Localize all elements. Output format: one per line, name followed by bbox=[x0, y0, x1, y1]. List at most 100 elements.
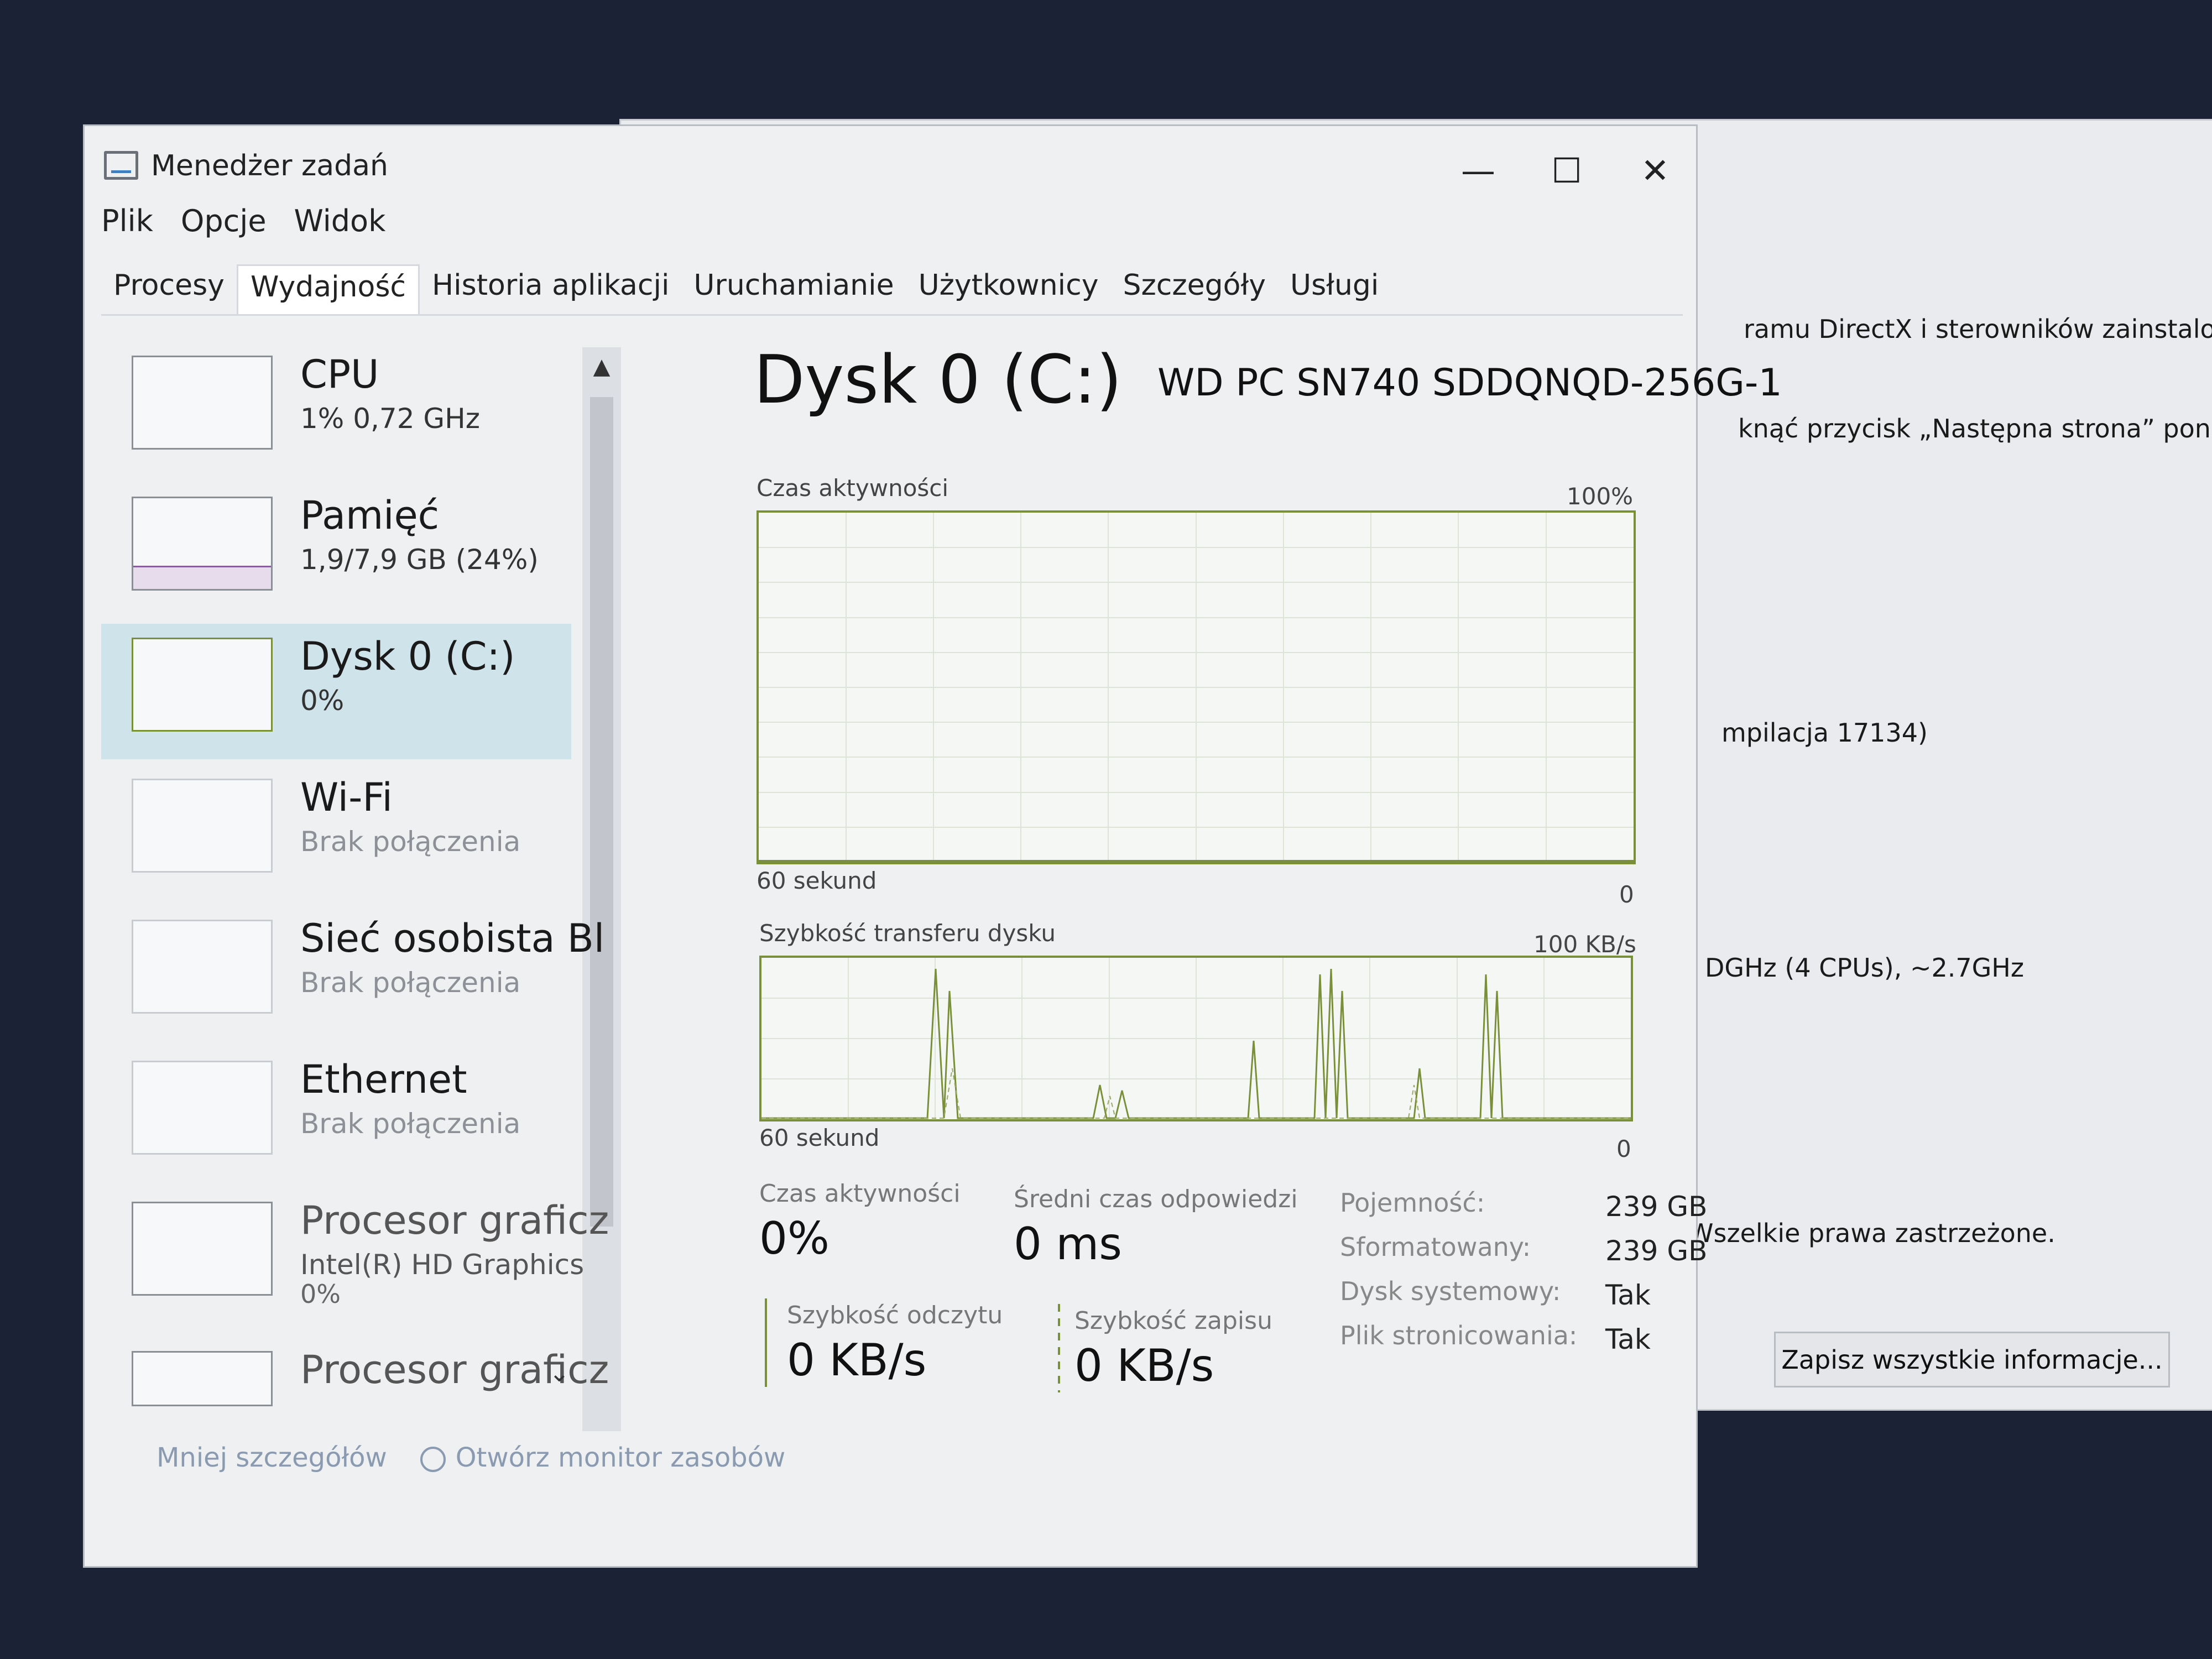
tab-bar: Procesy Wydajność Historia aplikacji Uru… bbox=[101, 264, 1683, 316]
transfer-graph-svg bbox=[761, 958, 1631, 1119]
tab-services[interactable]: Usługi bbox=[1278, 264, 1391, 314]
save-all-info-button[interactable]: Zapisz wszystkie informacje... bbox=[1774, 1332, 2170, 1387]
close-button[interactable]: ✕ bbox=[1622, 143, 1688, 198]
gpu-thumbnail-graph bbox=[132, 1202, 273, 1296]
sidebar-scrollbar[interactable]: ▲ bbox=[582, 347, 621, 1431]
sidebar-item-label: Dysk 0 (C:) bbox=[300, 634, 515, 679]
scrollbar-thumb[interactable] bbox=[590, 397, 613, 1227]
sidebar-item-label: Wi-Fi bbox=[300, 775, 393, 820]
sidebar-item-ethernet[interactable]: Ethernet Brak połączenia bbox=[101, 1047, 571, 1182]
formatted-label: Sformatowany: bbox=[1340, 1232, 1531, 1262]
activity-graph-time: 60 sekund bbox=[757, 867, 877, 894]
sidebar-item-label: Sieć osobista Bl bbox=[300, 916, 605, 961]
page-file-value: Tak bbox=[1605, 1323, 1651, 1355]
chevron-up-icon[interactable]: ▲ bbox=[582, 347, 621, 386]
activity-graph-label: Czas aktywności bbox=[757, 474, 949, 502]
transfer-graph-label: Szybkość transferu dysku bbox=[759, 920, 1056, 947]
sidebar-item-gpu-0[interactable]: Procesor graficz Intel(R) HD Graphics 0% bbox=[101, 1188, 609, 1323]
ethernet-thumbnail-graph bbox=[132, 1061, 273, 1155]
bg-text-line: DGHz (4 CPUs), ~2.7GHz bbox=[1705, 953, 2025, 983]
disk-detail-panel: Dysk 0 (C:) WD PC SN740 SDDQNQD-256G-1 C… bbox=[682, 342, 1782, 1503]
tab-performance[interactable]: Wydajność bbox=[236, 264, 420, 314]
memory-thumbnail-graph bbox=[132, 497, 273, 591]
sidebar-item-value: Brak połączenia bbox=[300, 967, 521, 999]
transfer-graph-max: 100 KB/s bbox=[1533, 931, 1636, 958]
menu-bar: Plik Opcje Widok bbox=[101, 204, 385, 248]
avg-response-value: 0 ms bbox=[1014, 1218, 1122, 1270]
sidebar-item-wifi[interactable]: Wi-Fi Brak połączenia bbox=[101, 765, 571, 900]
graph-grid bbox=[759, 513, 1634, 862]
page-title: Dysk 0 (C:) bbox=[754, 342, 1122, 419]
sidebar-item-value: Brak połączenia bbox=[300, 1108, 521, 1140]
sidebar-item-value: 1% 0,72 GHz bbox=[300, 403, 481, 435]
active-time-label: Czas aktywności bbox=[759, 1180, 961, 1208]
menu-options[interactable]: Opcje bbox=[181, 204, 267, 248]
fewer-details-link[interactable]: Mniej szczegółów bbox=[156, 1442, 387, 1473]
open-resource-monitor-label: Otwórz monitor zasobów bbox=[455, 1442, 786, 1473]
minimize-button[interactable]: — bbox=[1445, 143, 1511, 198]
read-speed-divider bbox=[765, 1298, 767, 1387]
disk-thumbnail-graph bbox=[132, 638, 273, 732]
chevron-down-icon[interactable]: ⌄ bbox=[549, 1359, 570, 1387]
tab-app-history[interactable]: Historia aplikacji bbox=[420, 264, 681, 314]
sidebar-item-label: CPU bbox=[300, 352, 379, 397]
activity-time-graph bbox=[757, 510, 1636, 864]
graph-grid bbox=[761, 958, 1631, 1119]
sidebar-item-label: Ethernet bbox=[300, 1057, 467, 1102]
activity-graph-max: 100% bbox=[1567, 483, 1634, 510]
activity-graph-min: 0 bbox=[1619, 881, 1634, 908]
sidebar-item-usage: 0% bbox=[300, 1279, 341, 1309]
bg-text-line: Wszelkie prawa zastrzeżone. bbox=[1688, 1218, 2056, 1248]
system-disk-value: Tak bbox=[1605, 1279, 1651, 1311]
task-manager-icon bbox=[104, 151, 138, 180]
sidebar-item-value: Intel(R) HD Graphics bbox=[300, 1249, 585, 1281]
write-speed-divider bbox=[1058, 1304, 1060, 1392]
tab-users[interactable]: Użytkownicy bbox=[906, 264, 1111, 314]
transfer-graph-min: 0 bbox=[1616, 1135, 1631, 1162]
tab-details[interactable]: Szczegóły bbox=[1110, 264, 1278, 314]
tab-processes[interactable]: Procesy bbox=[101, 264, 237, 314]
transfer-rate-graph bbox=[759, 956, 1633, 1121]
footer-bar: Mniej szczegółów Otwórz monitor zasobów bbox=[156, 1442, 986, 1473]
sidebar-item-disk-0[interactable]: Dysk 0 (C:) 0% bbox=[101, 624, 571, 759]
system-disk-label: Dysk systemowy: bbox=[1340, 1276, 1561, 1306]
transfer-graph-time: 60 sekund bbox=[759, 1124, 880, 1151]
open-resource-monitor-link[interactable]: Otwórz monitor zasobów bbox=[420, 1442, 786, 1473]
disk-model: WD PC SN740 SDDQNQD-256G-1 bbox=[1157, 361, 1782, 405]
bg-text-line: knąć przycisk „Następna strona” poniżej, bbox=[1738, 414, 2212, 444]
page-file-label: Plik stronicowania: bbox=[1340, 1321, 1578, 1350]
resource-monitor-icon bbox=[420, 1447, 446, 1472]
tab-startup[interactable]: Uruchamianie bbox=[681, 264, 906, 314]
sidebar-item-value: 0% bbox=[300, 685, 345, 717]
maximize-button[interactable]: ☐ bbox=[1533, 143, 1600, 198]
sidebar-item-label: Pamięć bbox=[300, 493, 440, 538]
menu-file[interactable]: Plik bbox=[101, 204, 153, 248]
cpu-thumbnail-graph bbox=[132, 356, 273, 450]
avg-response-label: Średni czas odpowiedzi bbox=[1014, 1185, 1298, 1213]
memory-usage-fill bbox=[133, 565, 271, 589]
read-speed-label: Szybkość odczytu bbox=[787, 1301, 1003, 1329]
read-speed-value: 0 KB/s bbox=[787, 1334, 927, 1386]
capacity-label: Pojemność: bbox=[1340, 1188, 1485, 1218]
window-title: Menedżer zadań bbox=[151, 149, 388, 182]
formatted-value: 239 GB bbox=[1605, 1235, 1708, 1267]
menu-view[interactable]: Widok bbox=[294, 204, 386, 248]
wifi-thumbnail-graph bbox=[132, 779, 273, 873]
activity-graph-svg bbox=[759, 513, 1634, 862]
write-speed-value: 0 KB/s bbox=[1074, 1340, 1214, 1391]
task-manager-window: Menedżer zadań — ☐ ✕ Plik Opcje Widok Pr… bbox=[83, 124, 1782, 1568]
bg-text-line: mpilacja 17134) bbox=[1721, 718, 1928, 748]
sidebar-item-bluetooth-pan[interactable]: Sieć osobista Bl Brak połączenia bbox=[101, 906, 604, 1041]
sidebar-item-label: Procesor graficz bbox=[300, 1198, 609, 1243]
active-time-value: 0% bbox=[759, 1213, 830, 1264]
sidebar-item-cpu[interactable]: CPU 1% 0,72 GHz bbox=[101, 342, 571, 477]
bluetooth-thumbnail-graph bbox=[132, 920, 273, 1014]
capacity-value: 239 GB bbox=[1605, 1191, 1708, 1223]
sidebar-item-value: 1,9/7,9 GB (24%) bbox=[300, 544, 539, 576]
gpu-thumbnail-graph bbox=[132, 1351, 273, 1406]
bg-text-line: ramu DirectX i sterowników zainstalowa bbox=[1744, 314, 2212, 344]
sidebar-item-memory[interactable]: Pamięć 1,9/7,9 GB (24%) bbox=[101, 483, 571, 618]
write-speed-label: Szybkość zapisu bbox=[1074, 1307, 1272, 1335]
resource-sidebar: ▲ CPU 1% 0,72 GHz Pamięć 1,9/7,9 GB (24%… bbox=[101, 342, 660, 1503]
title-bar: Menedżer zadań — ☐ ✕ bbox=[85, 126, 1696, 209]
